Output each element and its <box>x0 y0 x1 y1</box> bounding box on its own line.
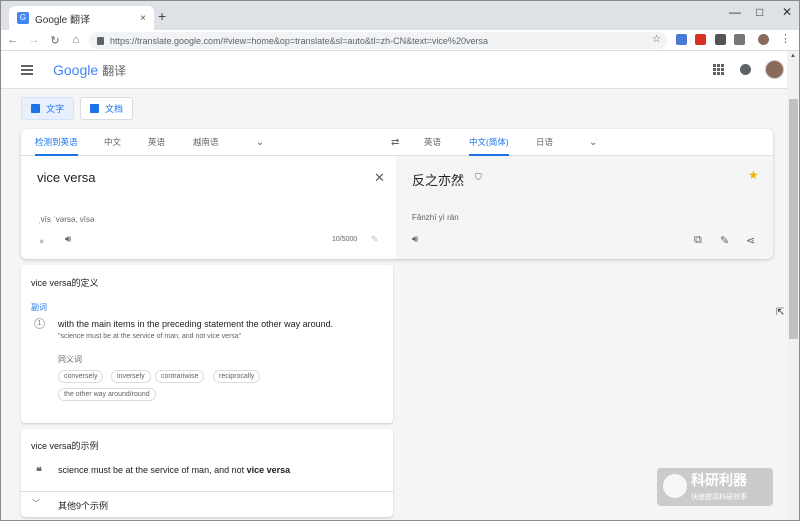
pinyin-text: Fǎnzhī yì rán <box>412 213 459 222</box>
save-star-icon[interactable]: ★ <box>748 168 759 182</box>
forward-icon[interactable]: → <box>25 34 43 46</box>
address-bar[interactable]: https://translate.google.com/#view=home&… <box>89 32 667 49</box>
browser-tab[interactable]: G Google 翻译 × <box>9 6 154 30</box>
profile-icon[interactable] <box>758 34 769 45</box>
watermark-subtitle: 快速提高科研效率 <box>691 494 747 501</box>
notifications-icon[interactable] <box>740 64 751 75</box>
google-logo[interactable]: Google 翻译 <box>53 62 126 79</box>
lock-icon <box>97 36 104 45</box>
target-panel: 反之亦然 ⛉ ★ Fǎnzhī yì rán 🔊︎ ⧉ ✎ ⋖ <box>396 156 773 259</box>
target-lang-option[interactable]: 日语 <box>536 129 553 156</box>
text-mode-button[interactable]: 文字 <box>21 97 75 120</box>
extension-icon[interactable] <box>715 34 726 45</box>
synonym-chip[interactable]: reciprocally <box>213 370 261 383</box>
synonym-chip[interactable]: the other way around/round <box>58 388 156 401</box>
target-lang-option[interactable]: 英语 <box>424 129 441 156</box>
more-menu-icon[interactable]: ⋮ <box>780 32 791 45</box>
page-scrollbar[interactable]: ▲ <box>787 51 799 520</box>
translate-favicon-icon: G <box>17 12 29 24</box>
synonyms-label: 同义词 <box>58 355 82 364</box>
definition-text: with the main items in the preceding sta… <box>58 319 334 329</box>
definitions-panel: vice versa的定义 副词 1 with the main items i… <box>21 265 393 423</box>
url-text: https://translate.google.com/#view=home&… <box>110 35 488 46</box>
character-count: 10/5000 <box>332 236 358 243</box>
example-sentence-text: science must be at the service of man, a… <box>58 465 247 475</box>
watermark-title: 科研利器 <box>691 472 747 488</box>
apps-grid-icon[interactable] <box>713 64 724 75</box>
source-lang-option[interactable]: 越南语 <box>193 129 219 156</box>
verified-shield-icon: ⛉ <box>475 172 482 182</box>
close-window-button[interactable]: ✕ <box>782 5 792 19</box>
scroll-up-icon[interactable]: ▲ <box>790 53 796 59</box>
tab-title: Google 翻译 <box>35 14 91 26</box>
translate-icon <box>31 104 40 113</box>
hamburger-menu-icon[interactable] <box>21 65 33 77</box>
listen-translation-icon[interactable]: 🔊︎ <box>412 234 418 245</box>
edit-translation-icon[interactable]: ✎ <box>720 234 729 247</box>
quote-icon: ❝ <box>36 466 42 478</box>
maximize-button[interactable]: □ <box>756 5 763 19</box>
avatar[interactable] <box>765 60 784 79</box>
back-icon[interactable]: ← <box>4 34 22 46</box>
definition-number: 1 <box>34 318 45 329</box>
mouse-cursor-icon: ⇱ <box>776 307 785 318</box>
listen-source-icon[interactable]: 🔊︎ <box>65 234 71 245</box>
app-header: Google 翻译 <box>1 51 787 89</box>
product-name: 翻译 <box>102 64 127 78</box>
more-examples-label: 其他9个示例 <box>58 501 109 511</box>
examples-title: vice versa的示例 <box>31 441 99 451</box>
tab-close-icon[interactable]: × <box>140 13 146 24</box>
source-lang-option[interactable]: 英语 <box>148 129 165 156</box>
examples-panel: vice versa的示例 ❝ science must be at the s… <box>21 429 393 517</box>
clear-icon[interactable]: ✕ <box>374 170 385 186</box>
reload-icon[interactable]: ↻ <box>46 34 64 47</box>
source-lang-option[interactable]: 中文 <box>104 129 121 156</box>
part-of-speech: 副词 <box>31 303 47 312</box>
extension-icon[interactable] <box>676 34 687 45</box>
tab-strip: G Google 翻译 × + — □ ✕ <box>1 1 799 30</box>
source-lang-detected[interactable]: 检测到英语 <box>35 129 78 156</box>
synonym-chip[interactable]: inversely <box>111 370 151 383</box>
bookmark-star-icon[interactable]: ☆ <box>652 34 661 45</box>
synonym-chip[interactable]: contrariwise <box>155 370 205 383</box>
synonym-chip[interactable]: conversely <box>58 370 104 383</box>
source-text-input[interactable]: vice versa <box>37 170 96 185</box>
home-icon[interactable]: ⌂ <box>67 34 85 46</box>
document-icon <box>90 104 99 113</box>
new-tab-button[interactable]: + <box>158 8 166 24</box>
translation-result: 反之亦然 <box>412 173 465 188</box>
minimize-button[interactable]: — <box>729 5 741 19</box>
microphone-icon[interactable]: ● <box>39 236 44 246</box>
copy-icon[interactable]: ⧉ <box>694 234 702 247</box>
phonetic-text: ˌvīs ˈvərsə, vīsə <box>38 215 95 224</box>
edit-icon[interactable]: ✎ <box>371 234 379 245</box>
source-panel: vice versa ✕ ˌvīs ˈvərsə, vīsə ● 🔊︎ 10/5… <box>21 156 396 259</box>
definition-example: "science must be at the service of man, … <box>58 333 242 340</box>
translation-card: 检测到英语 中文 英语 越南语 ⌄ ⇄ 英语 中文(简体) 日语 ⌄ vice … <box>21 129 773 259</box>
extension-icon[interactable] <box>734 34 745 45</box>
wechat-logo-icon <box>663 474 687 498</box>
scroll-thumb[interactable] <box>789 99 798 339</box>
example-highlight: vice versa <box>246 465 291 475</box>
target-lang-selected[interactable]: 中文(简体) <box>469 129 509 156</box>
source-lang-dropdown-icon[interactable]: ⌄ <box>256 129 264 156</box>
logo-text: Google <box>53 62 99 78</box>
language-bar: 检测到英语 中文 英语 越南语 ⌄ ⇄ 英语 中文(简体) 日语 ⌄ <box>21 129 773 156</box>
target-lang-dropdown-icon[interactable]: ⌄ <box>589 129 597 156</box>
more-examples-button[interactable]: ﹀ 其他9个示例 <box>21 491 393 515</box>
text-mode-label: 文字 <box>46 104 65 114</box>
extension-icon[interactable] <box>695 34 706 45</box>
swap-languages-icon[interactable]: ⇄ <box>391 137 399 148</box>
example-sentence: science must be at the service of man, a… <box>58 465 290 475</box>
main-area: 文字 文档 检测到英语 中文 英语 越南语 ⌄ ⇄ 英语 中文(简体) 日语 ⌄… <box>1 89 787 520</box>
document-mode-label: 文档 <box>105 104 124 114</box>
chevron-down-icon: ﹀ <box>32 499 40 508</box>
browser-window: G Google 翻译 × + — □ ✕ ← → ↻ ⌂ https://tr… <box>0 0 800 521</box>
document-mode-button[interactable]: 文档 <box>80 97 134 120</box>
share-icon[interactable]: ⋖ <box>746 234 755 247</box>
watermark-logo: 科研利器 快速提高科研效率 <box>657 468 773 506</box>
definitions-title: vice versa的定义 <box>31 278 99 288</box>
